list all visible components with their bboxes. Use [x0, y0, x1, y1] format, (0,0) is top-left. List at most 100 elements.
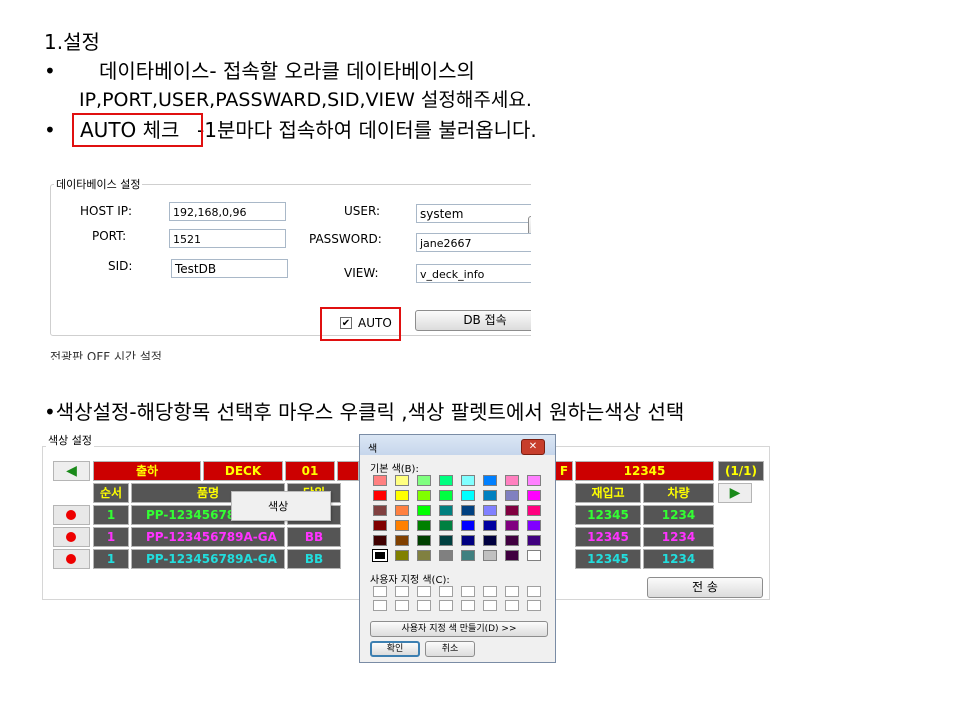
sid-input[interactable]: TestDB — [171, 259, 288, 278]
row-seq[interactable]: 1 — [93, 527, 129, 547]
custom-color-swatch[interactable] — [527, 600, 541, 611]
row-stock[interactable]: 12345 — [575, 549, 641, 569]
basic-color-swatch[interactable] — [505, 550, 519, 561]
basic-color-swatch[interactable] — [483, 550, 497, 561]
basic-color-swatch[interactable] — [395, 505, 409, 516]
port-input[interactable]: 1521 — [169, 229, 286, 248]
col-header-stock[interactable]: 재입고 — [575, 483, 641, 503]
row-seq[interactable]: 1 — [93, 505, 129, 525]
custom-color-swatch[interactable] — [373, 600, 387, 611]
custom-color-swatch[interactable] — [439, 586, 453, 597]
basic-color-swatch[interactable] — [439, 505, 453, 516]
basic-color-swatch[interactable] — [527, 505, 541, 516]
row-vehicle[interactable]: 1234 — [643, 505, 714, 525]
row-vehicle[interactable]: 1234 — [643, 527, 714, 547]
row-product[interactable]: PP-123456789A-GA — [131, 549, 285, 569]
password-input[interactable]: jane2667 — [416, 233, 531, 252]
basic-color-swatch[interactable] — [461, 535, 475, 546]
custom-color-swatch[interactable] — [461, 586, 475, 597]
cancel-button[interactable]: 취소 — [425, 641, 475, 657]
header-cell-1[interactable]: 출하 — [93, 461, 201, 481]
custom-color-swatch[interactable] — [395, 600, 409, 611]
basic-color-swatch[interactable] — [483, 520, 497, 531]
basic-color-swatch[interactable] — [439, 520, 453, 531]
basic-color-swatch[interactable] — [505, 535, 519, 546]
basic-color-swatch[interactable] — [417, 505, 431, 516]
basic-color-swatch[interactable] — [395, 475, 409, 486]
custom-color-swatch[interactable] — [505, 600, 519, 611]
basic-color-swatch[interactable] — [527, 490, 541, 501]
custom-color-swatch[interactable] — [373, 586, 387, 597]
basic-color-swatch[interactable] — [417, 535, 431, 546]
basic-color-swatch[interactable] — [439, 475, 453, 486]
basic-color-swatch[interactable] — [527, 535, 541, 546]
context-menu-color-item[interactable]: 색상 — [268, 498, 288, 514]
basic-color-swatch[interactable] — [417, 490, 431, 501]
basic-color-swatch[interactable] — [373, 535, 387, 546]
basic-color-swatch[interactable] — [372, 549, 388, 562]
basic-color-swatch[interactable] — [461, 550, 475, 561]
user-input[interactable]: system — [416, 204, 531, 223]
header-cell-6[interactable]: 12345 — [575, 461, 714, 481]
custom-color-swatch[interactable] — [417, 586, 431, 597]
header-cell-5[interactable]: F — [555, 461, 573, 481]
row-vehicle[interactable]: 1234 — [643, 549, 714, 569]
basic-color-swatch[interactable] — [527, 475, 541, 486]
basic-color-swatch[interactable] — [483, 535, 497, 546]
basic-color-swatch[interactable] — [505, 520, 519, 531]
basic-color-swatch[interactable] — [439, 490, 453, 501]
basic-color-swatch[interactable] — [527, 520, 541, 531]
basic-color-swatch[interactable] — [395, 520, 409, 531]
custom-color-swatch[interactable] — [395, 586, 409, 597]
basic-color-swatch[interactable] — [395, 550, 409, 561]
next-page-arrow[interactable]: ▶ — [718, 483, 752, 503]
send-button[interactable]: 전 송 — [647, 577, 763, 598]
basic-color-swatch[interactable] — [395, 490, 409, 501]
view-input[interactable]: v_deck_info — [416, 264, 531, 283]
basic-color-swatch[interactable] — [373, 520, 387, 531]
basic-color-swatch[interactable] — [417, 520, 431, 531]
basic-color-swatch[interactable] — [527, 550, 541, 561]
col-header-vehicle[interactable]: 차량 — [643, 483, 714, 503]
close-icon[interactable]: ✕ — [521, 439, 545, 455]
db-connect-button[interactable]: DB 접속 — [415, 310, 531, 331]
custom-color-swatch[interactable] — [527, 586, 541, 597]
basic-color-swatch[interactable] — [395, 535, 409, 546]
header-cell-2[interactable]: DECK — [203, 461, 283, 481]
basic-color-swatch[interactable] — [505, 490, 519, 501]
basic-color-swatch[interactable] — [461, 490, 475, 501]
basic-color-swatch[interactable] — [439, 550, 453, 561]
custom-color-swatch[interactable] — [483, 600, 497, 611]
row-stock[interactable]: 12345 — [575, 505, 641, 525]
custom-color-swatch[interactable] — [483, 586, 497, 597]
row-unit[interactable]: BB — [287, 527, 341, 547]
header-cell-3[interactable]: 01 — [285, 461, 335, 481]
col-header-seq[interactable]: 순서 — [93, 483, 129, 503]
basic-color-swatch[interactable] — [373, 490, 387, 501]
row-stock[interactable]: 12345 — [575, 527, 641, 547]
basic-color-swatch[interactable] — [505, 505, 519, 516]
custom-color-swatch[interactable] — [505, 586, 519, 597]
basic-color-swatch[interactable] — [373, 505, 387, 516]
basic-color-swatch[interactable] — [483, 505, 497, 516]
basic-color-swatch[interactable] — [439, 535, 453, 546]
row-unit[interactable]: BB — [287, 549, 341, 569]
basic-color-swatch[interactable] — [417, 550, 431, 561]
row-seq[interactable]: 1 — [93, 549, 129, 569]
host-ip-input[interactable]: 192,168,0,96 — [169, 202, 286, 221]
define-custom-colors-button[interactable]: 사용자 지정 색 만들기(D) >> — [370, 621, 548, 637]
basic-color-swatch[interactable] — [373, 475, 387, 486]
header-cell-4[interactable] — [337, 461, 359, 481]
custom-color-swatch[interactable] — [417, 600, 431, 611]
basic-color-swatch[interactable] — [483, 475, 497, 486]
prev-page-arrow[interactable]: ◀ — [53, 461, 90, 481]
basic-color-swatch[interactable] — [461, 475, 475, 486]
ok-button[interactable]: 확인 — [370, 641, 420, 657]
basic-color-swatch[interactable] — [483, 490, 497, 501]
basic-color-swatch[interactable] — [461, 505, 475, 516]
basic-color-swatch[interactable] — [505, 475, 519, 486]
row-product[interactable]: PP-123456789A-GA — [131, 527, 285, 547]
basic-color-swatch[interactable] — [417, 475, 431, 486]
custom-color-swatch[interactable] — [439, 600, 453, 611]
basic-color-swatch[interactable] — [461, 520, 475, 531]
